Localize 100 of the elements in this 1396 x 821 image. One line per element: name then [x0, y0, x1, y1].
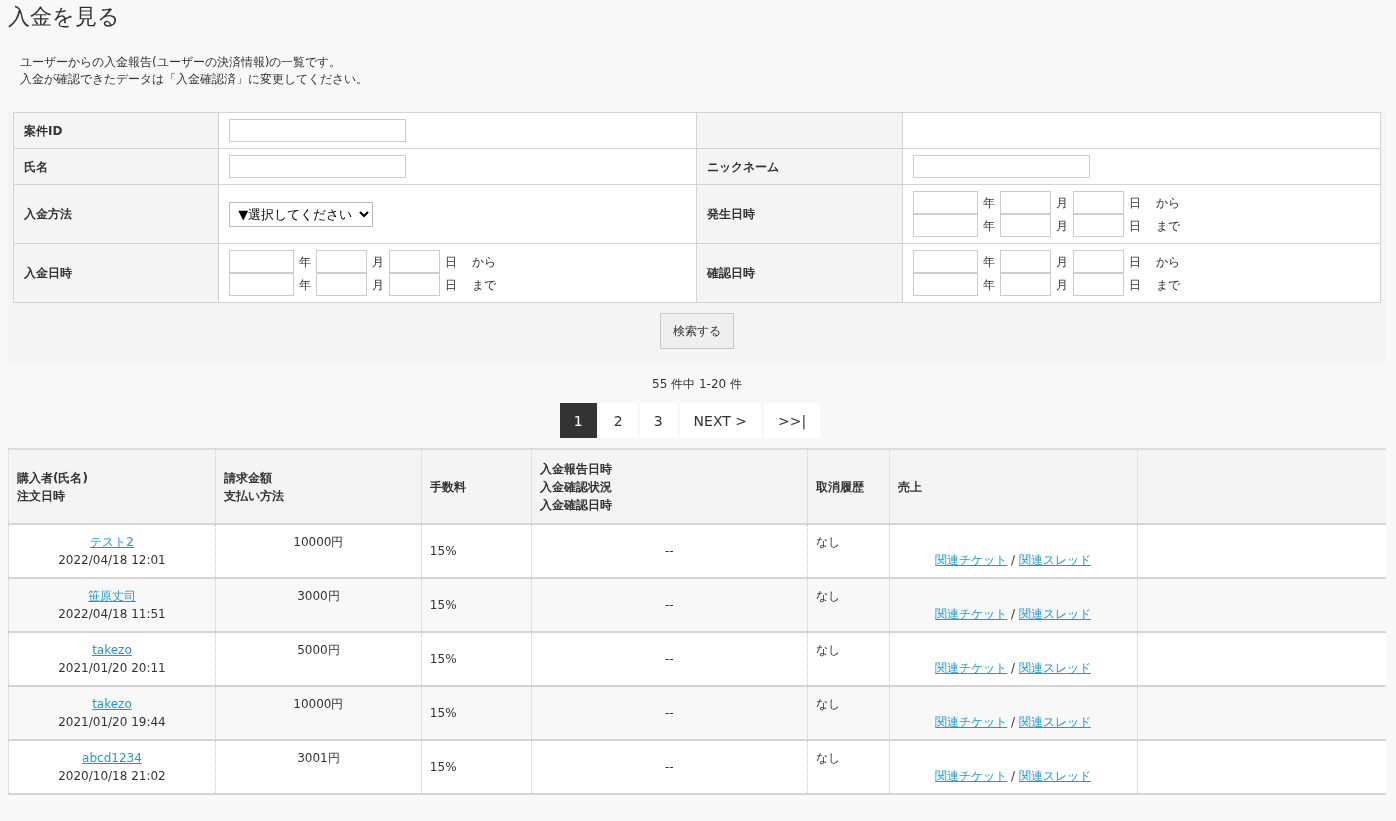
date-field[interactable] — [229, 273, 295, 297]
date-field[interactable] — [999, 273, 1051, 297]
page-button[interactable]: NEXT > — [679, 403, 761, 439]
cancel-text: なし — [815, 751, 840, 766]
related-link[interactable]: 関連スレッド — [1018, 553, 1091, 568]
date-field[interactable] — [912, 191, 978, 215]
unit-label: 年 — [299, 276, 312, 294]
unit-label: 月 — [372, 253, 385, 271]
buyer-link[interactable]: abcd1234 — [82, 751, 142, 766]
unit-label: 日 — [1128, 217, 1141, 235]
select-dropdown[interactable]: ▼選択してください — [229, 201, 374, 227]
unit-label: 日 — [1128, 253, 1141, 271]
related-link[interactable]: 関連スレッド — [1018, 607, 1091, 622]
date-field[interactable] — [1072, 273, 1124, 297]
column-header: 売上 — [889, 449, 1138, 525]
cancel-text: なし — [815, 589, 840, 604]
separator-text: / — [1011, 553, 1016, 568]
unit-label: 月 — [1055, 217, 1068, 235]
buyer-link[interactable]: takezo — [92, 643, 132, 658]
unit-label: 年 — [299, 253, 312, 271]
unit-label: 年 — [982, 276, 995, 294]
page-button[interactable]: 3 — [639, 403, 677, 439]
status-text: -- — [664, 598, 674, 613]
related-link[interactable]: 関連チケット — [935, 715, 1008, 730]
cancel-text: なし — [815, 697, 840, 712]
date-field[interactable] — [999, 214, 1051, 238]
date-field[interactable] — [1072, 214, 1124, 238]
order-date: 2021/01/20 19:44 — [58, 715, 166, 730]
date-field[interactable] — [1072, 191, 1124, 215]
field-label: ニックネーム — [697, 148, 903, 185]
related-link[interactable]: 関連スレッド — [1018, 715, 1091, 730]
fee-text: 15% — [429, 544, 457, 559]
related-link[interactable]: 関連スレッド — [1018, 769, 1091, 784]
field-label: 入金日時 — [13, 243, 219, 303]
text-field[interactable] — [229, 119, 407, 143]
unit-label: 月 — [1055, 253, 1068, 271]
fee-text: 15% — [429, 652, 457, 667]
unit-label: 日 — [445, 276, 458, 294]
page-title: 入金を見る — [8, 4, 121, 31]
related-link[interactable]: 関連チケット — [935, 661, 1008, 676]
unit-label: 日 — [1128, 194, 1141, 212]
amount-text: 3000円 — [297, 589, 340, 604]
cancel-text: なし — [815, 535, 840, 550]
unit-label: 月 — [372, 276, 385, 294]
date-field[interactable] — [912, 273, 978, 297]
date-field[interactable] — [1072, 250, 1124, 274]
date-field[interactable] — [912, 214, 978, 238]
date-field[interactable] — [316, 273, 368, 297]
order-date: 2021/01/20 20:11 — [58, 661, 166, 676]
column-header: 入金報告日時 入金確認状況 入金確認日時 — [531, 449, 808, 525]
range-label: から — [472, 253, 497, 271]
order-date: 2022/04/18 11:51 — [58, 607, 166, 622]
date-field[interactable] — [316, 250, 368, 274]
page-button[interactable]: 1 — [559, 403, 597, 439]
related-link[interactable]: 関連チケット — [935, 607, 1008, 622]
unit-label: 月 — [1055, 194, 1068, 212]
fee-text: 15% — [429, 760, 457, 775]
separator-text: / — [1011, 661, 1016, 676]
buyer-link[interactable]: テスト2 — [90, 535, 134, 550]
related-link[interactable]: 関連スレッド — [1018, 661, 1091, 676]
column-header: 購入者(氏名) 注文日時 — [8, 449, 216, 525]
status-text: -- — [664, 652, 674, 667]
range-label: から — [1155, 194, 1180, 212]
status-text: -- — [664, 760, 674, 775]
field-label: 氏名 — [13, 148, 219, 185]
unit-label: 日 — [1128, 276, 1141, 294]
cancel-text: なし — [815, 643, 840, 658]
unit-label: 日 — [445, 253, 458, 271]
text-field[interactable] — [912, 155, 1090, 179]
page-button[interactable]: >>| — [764, 403, 821, 439]
page-button[interactable]: 2 — [599, 403, 637, 439]
text-field[interactable] — [229, 155, 407, 179]
date-field[interactable] — [229, 250, 295, 274]
related-link[interactable]: 関連チケット — [935, 769, 1008, 784]
buyer-link[interactable]: takezo — [92, 697, 132, 712]
description-text: ユーザーからの入金報告(ユーザーの決済情報)の一覧です。 — [20, 54, 343, 72]
buyer-link[interactable]: 笹原丈司 — [87, 589, 136, 604]
search-button[interactable]: 検索する — [660, 313, 734, 350]
unit-label: 年 — [982, 253, 995, 271]
description-text: 入金が確認できたデータは「入金確認済」に変更してください。 — [20, 71, 369, 89]
status-text: -- — [664, 544, 674, 559]
column-header: 手数料 — [421, 449, 532, 525]
date-field[interactable] — [389, 273, 441, 297]
result-count: 55 件中 1-20 件 — [651, 376, 743, 394]
column-header: 取消履歴 — [807, 449, 890, 525]
range-label: まで — [1155, 276, 1180, 294]
date-field[interactable] — [389, 250, 441, 274]
related-link[interactable]: 関連チケット — [935, 553, 1008, 568]
range-label: から — [1155, 253, 1180, 271]
field-label: 発生日時 — [697, 184, 903, 244]
amount-text: 10000円 — [293, 697, 344, 712]
date-field[interactable] — [999, 250, 1051, 274]
order-date: 2020/10/18 21:02 — [58, 769, 166, 784]
amount-text: 3001円 — [297, 751, 340, 766]
range-label: まで — [1155, 217, 1180, 235]
date-field[interactable] — [912, 250, 978, 274]
date-field[interactable] — [999, 191, 1051, 215]
separator-text: / — [1011, 715, 1016, 730]
order-date: 2022/04/18 12:01 — [58, 553, 166, 568]
field-label: 確認日時 — [697, 243, 903, 303]
